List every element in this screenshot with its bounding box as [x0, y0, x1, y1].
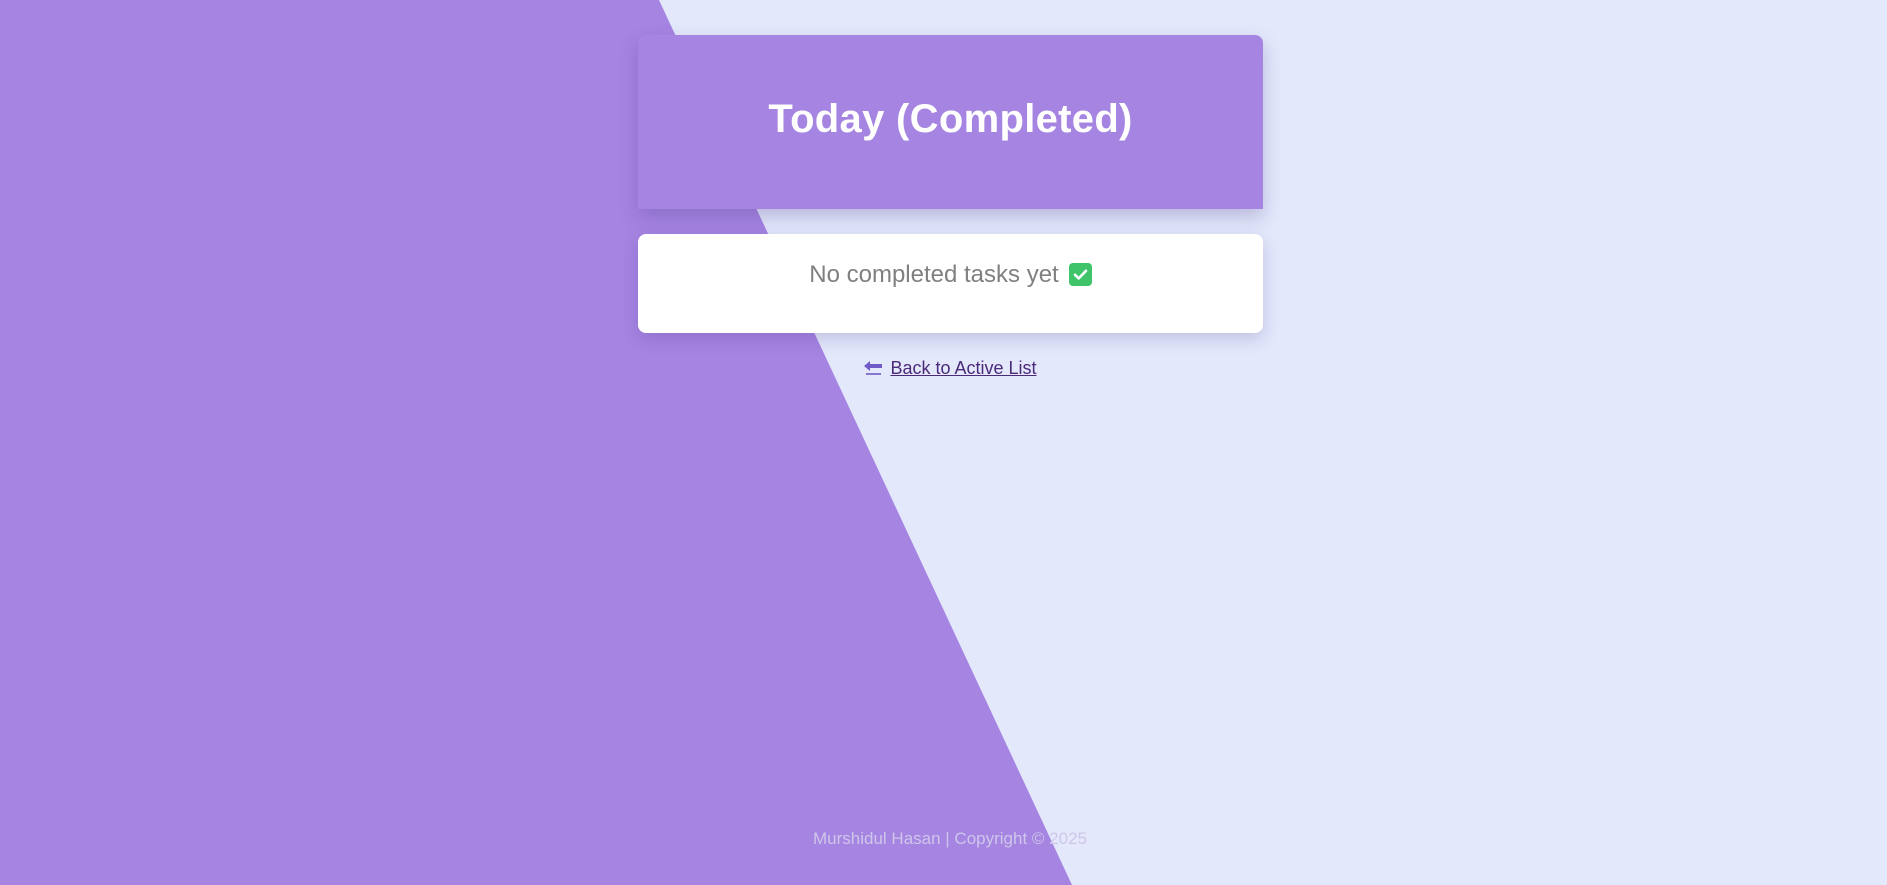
footer: Murshidul Hasan | Copyright © 2025 — [0, 829, 1887, 849]
back-link-container: Back to Active List — [0, 358, 1887, 379]
check-mark-icon — [1068, 263, 1092, 286]
page-title: Today (Completed) — [768, 96, 1133, 141]
empty-state: No completed tasks yet — [809, 260, 1092, 289]
footer-text: Murshidul Hasan | Copyright © 2025 — [813, 829, 1087, 848]
empty-state-card: No completed tasks yet — [638, 234, 1263, 333]
back-link-label: Back to Active List — [890, 358, 1037, 378]
empty-state-message: No completed tasks yet — [809, 260, 1059, 288]
back-to-active-list-link[interactable]: Back to Active List — [863, 358, 1037, 379]
page: Today (Completed) No completed tasks yet… — [0, 0, 1887, 885]
header-card: Today (Completed) — [638, 35, 1263, 209]
back-arrow-icon — [863, 360, 884, 377]
